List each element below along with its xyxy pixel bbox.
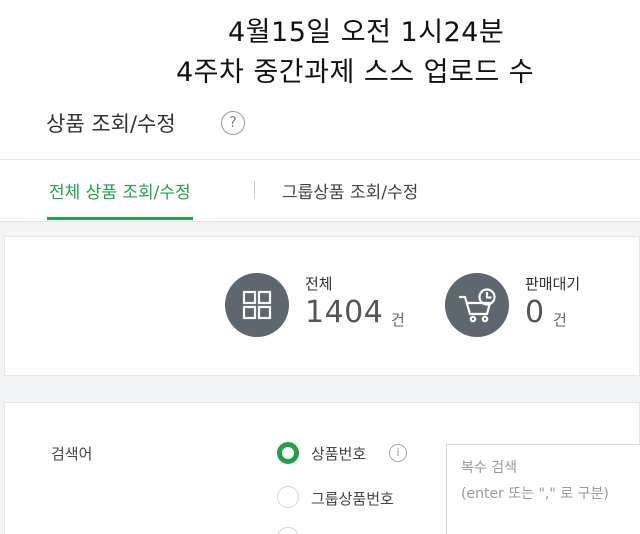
product-page: 상품 조회/수정 ? 전체 상품 조회/수정 그룹상품 조회/수정 전체 140…	[0, 92, 640, 534]
radio-group-product-number[interactable]	[277, 486, 299, 508]
page-title: 상품 조회/수정	[46, 112, 176, 136]
total-unit: 건	[391, 311, 405, 329]
tab-group-products[interactable]: 그룹상품 조회/수정	[282, 178, 418, 203]
search-field-label: 검색어	[51, 445, 93, 463]
page-header: 상품 조회/수정 ?	[0, 92, 640, 160]
grid-icon[interactable]	[225, 273, 289, 337]
product-summary-panel: 전체 1404 건 판매대기 0 건	[4, 236, 640, 376]
multi-search-placeholder: 복수 검색	[461, 460, 517, 476]
radio-product-number[interactable]	[277, 442, 299, 464]
pending-unit: 건	[553, 311, 567, 329]
cart-clock-icon[interactable]	[445, 273, 509, 337]
radio-group-product-number-label[interactable]: 그룹상품번호	[311, 488, 394, 509]
tab-all-products[interactable]: 전체 상품 조회/수정	[47, 178, 193, 220]
radio-product-number-label[interactable]: 상품번호	[311, 443, 366, 464]
tab-divider	[254, 181, 255, 199]
multi-search-textarea[interactable]: 복수 검색 (enter 또는 "," 로 구분)	[446, 444, 640, 534]
multi-search-hint: (enter 또는 "," 로 구분)	[461, 486, 609, 502]
screenshot-caption: 4월15일 오전 1시24분 4주차 중간과제 스스 업로드 수	[0, 0, 640, 92]
tab-bar: 전체 상품 조회/수정 그룹상품 조회/수정	[0, 160, 640, 222]
total-count[interactable]: 1404	[305, 295, 383, 330]
total-label: 전체	[305, 275, 333, 293]
pending-label: 판매대기	[525, 275, 581, 293]
caption-line-2: 4주차 중간과제 스스 업로드 수	[176, 57, 535, 88]
radio-next-option[interactable]	[277, 527, 299, 534]
pending-count[interactable]: 0	[525, 295, 545, 330]
search-panel: 검색어 상품번호 i 그룹상품번호 복수 검색 (enter 또는 "," 로 …	[4, 402, 640, 534]
caption-line-1: 4월15일 오전 1시24분	[228, 17, 505, 48]
question-circle-icon[interactable]: ?	[221, 111, 245, 135]
info-icon[interactable]: i	[389, 444, 407, 462]
